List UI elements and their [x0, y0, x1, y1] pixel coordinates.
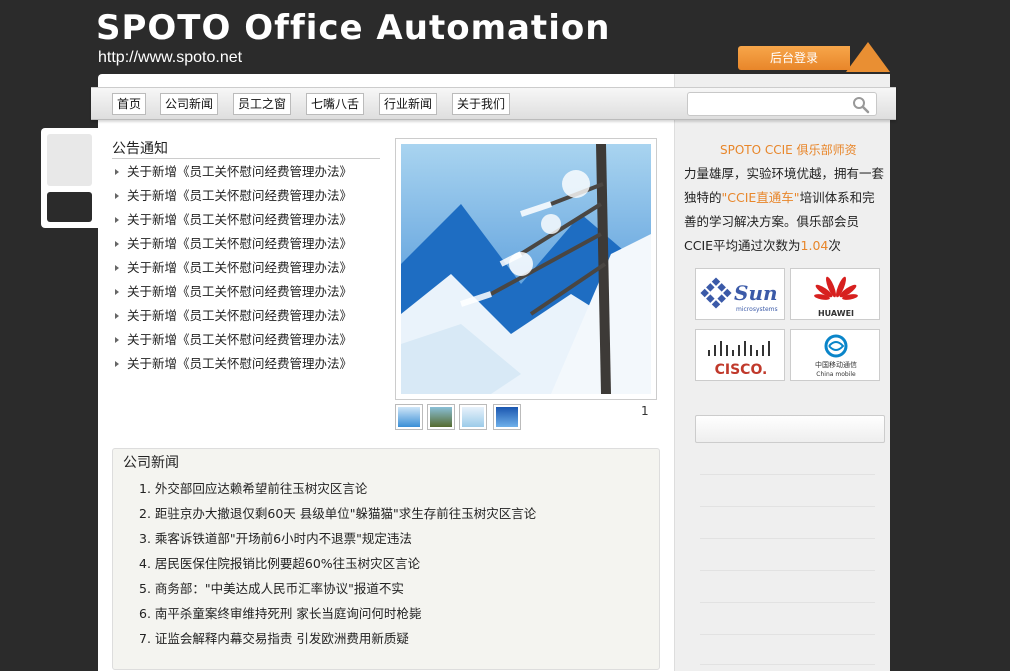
search-box	[687, 92, 877, 116]
news-item[interactable]: 6. 南平杀童案终审维持死刑 家长当庭询问何时枪毙	[139, 604, 536, 629]
news-item[interactable]: 1. 外交部回应达赖希望前往玉树灾区言论	[139, 479, 536, 504]
notice-item[interactable]: 关于新增《员工关怀慰问经费管理办法》	[112, 258, 352, 282]
news-item[interactable]: 5. 商务部："中美达成人民币汇率协议"报道不实	[139, 579, 536, 604]
search-input[interactable]	[688, 93, 848, 115]
arrow-icon	[115, 241, 119, 247]
thumbnail-4[interactable]	[493, 404, 521, 430]
notice-list: 关于新增《员工关怀慰问经费管理办法》 关于新增《员工关怀慰问经费管理办法》 关于…	[112, 162, 352, 378]
slideshow-image[interactable]	[401, 144, 651, 394]
nav-industry-news[interactable]: 行业新闻	[379, 93, 438, 115]
nav-home[interactable]: 首页	[112, 93, 147, 115]
company-news-title: 公司新闻	[123, 455, 179, 471]
partner-logo-cisco[interactable]: CISCO.	[695, 329, 785, 381]
nav-discussion[interactable]: 七嘴八舌	[306, 93, 365, 115]
side-tab-group	[41, 128, 98, 228]
notice-title: 公告通知	[112, 141, 168, 157]
arrow-icon	[115, 289, 119, 295]
cisco-logo-text: CISCO.	[715, 362, 768, 378]
china-mobile-en-text: China mobile	[816, 371, 856, 378]
arrow-icon	[115, 193, 119, 199]
huawei-logo-icon: HUAWEI	[814, 276, 858, 318]
news-item[interactable]: 2. 距驻京办大撤退仅剩60天 县级单位"躲猫猫"求生存前往玉树灾区言论	[139, 504, 536, 529]
club-title: SPOTO CCIE 俱乐部师资	[720, 143, 857, 157]
arrow-icon	[115, 313, 119, 319]
nav-staff-window[interactable]: 员工之窗	[233, 93, 292, 115]
partner-logo-huawei[interactable]: HUAWEI	[790, 268, 880, 320]
arrow-icon	[115, 337, 119, 343]
company-news-box: 公司新闻 1. 外交部回应达赖希望前往玉树灾区言论 2. 距驻京办大撤退仅剩60…	[112, 448, 660, 670]
china-mobile-cn-text: 中国移动通信	[815, 360, 857, 369]
admin-login-button[interactable]: 后台登录	[738, 46, 850, 70]
nav-about-us[interactable]: 关于我们	[452, 93, 511, 115]
notice-item[interactable]: 关于新增《员工关怀慰问经费管理办法》	[112, 186, 352, 210]
thumbnail-1[interactable]	[395, 404, 423, 430]
nav-company-news[interactable]: 公司新闻	[160, 93, 219, 115]
right-widget-box	[695, 415, 885, 443]
cisco-logo-icon: CISCO.	[708, 341, 770, 378]
main-nav: 首页 公司新闻 员工之窗 七嘴八舌 行业新闻 关于我们	[91, 87, 896, 120]
news-item[interactable]: 7. 证监会解释内幕交易指责 引发欧洲费用新质疑	[139, 629, 536, 654]
notice-item[interactable]: 关于新增《员工关怀慰问经费管理办法》	[112, 282, 352, 306]
search-icon[interactable]	[852, 96, 870, 114]
site-title: SPOTO Office Automation	[96, 8, 611, 48]
notice-item[interactable]: 关于新增《员工关怀慰问经费管理办法》	[112, 354, 352, 378]
company-news-list: 1. 外交部回应达赖希望前往玉树灾区言论 2. 距驻京办大撤退仅剩60天 县级单…	[139, 479, 536, 654]
arrow-icon	[115, 169, 119, 175]
sun-logo-icon: Sun microsystems	[700, 277, 778, 313]
partner-logo-sun[interactable]: Sun microsystems	[695, 268, 785, 320]
notice-item[interactable]: 关于新增《员工关怀慰问经费管理办法》	[112, 234, 352, 258]
arrow-icon	[115, 361, 119, 367]
arrow-icon	[115, 265, 119, 271]
arrow-icon	[115, 217, 119, 223]
notice-item[interactable]: 关于新增《员工关怀慰问经费管理办法》	[112, 330, 352, 354]
notice-item[interactable]: 关于新增《员工关怀慰问经费管理办法》	[112, 306, 352, 330]
notice-divider	[112, 158, 380, 159]
china-mobile-logo-icon: 中国移动通信 China mobile	[815, 334, 857, 378]
side-tab-light[interactable]	[47, 134, 92, 186]
side-tab-dark[interactable]	[47, 192, 92, 222]
slideshow-frame	[395, 138, 657, 400]
notice-item[interactable]: 关于新增《员工关怀慰问经费管理办法》	[112, 162, 352, 186]
sun-logo-text: Sun	[734, 281, 778, 305]
news-item[interactable]: 3. 乘客诉铁道部"开场前6小时内不退票"规定违法	[139, 529, 536, 554]
club-description: 力量雄厚，实验环境优越，拥有一套独特的"CCIE直通车"培训体系和完善的学习解决…	[684, 166, 885, 253]
thumbnail-3[interactable]	[459, 404, 487, 430]
thumbnail-2[interactable]	[427, 404, 455, 430]
site-url: http://www.spoto.net	[98, 49, 243, 66]
news-item[interactable]: 4. 居民医保住院报销比例要超60%往玉树灾区言论	[139, 554, 536, 579]
sun-logo-subtext: microsystems	[736, 306, 778, 313]
huawei-logo-text: HUAWEI	[818, 309, 854, 318]
partner-logo-china-mobile[interactable]: 中国移动通信 China mobile	[790, 329, 880, 381]
notice-item[interactable]: 关于新增《员工关怀慰问经费管理办法》	[112, 210, 352, 234]
login-fold-decoration	[846, 42, 890, 72]
slideshow-page-number: 1	[641, 404, 649, 418]
